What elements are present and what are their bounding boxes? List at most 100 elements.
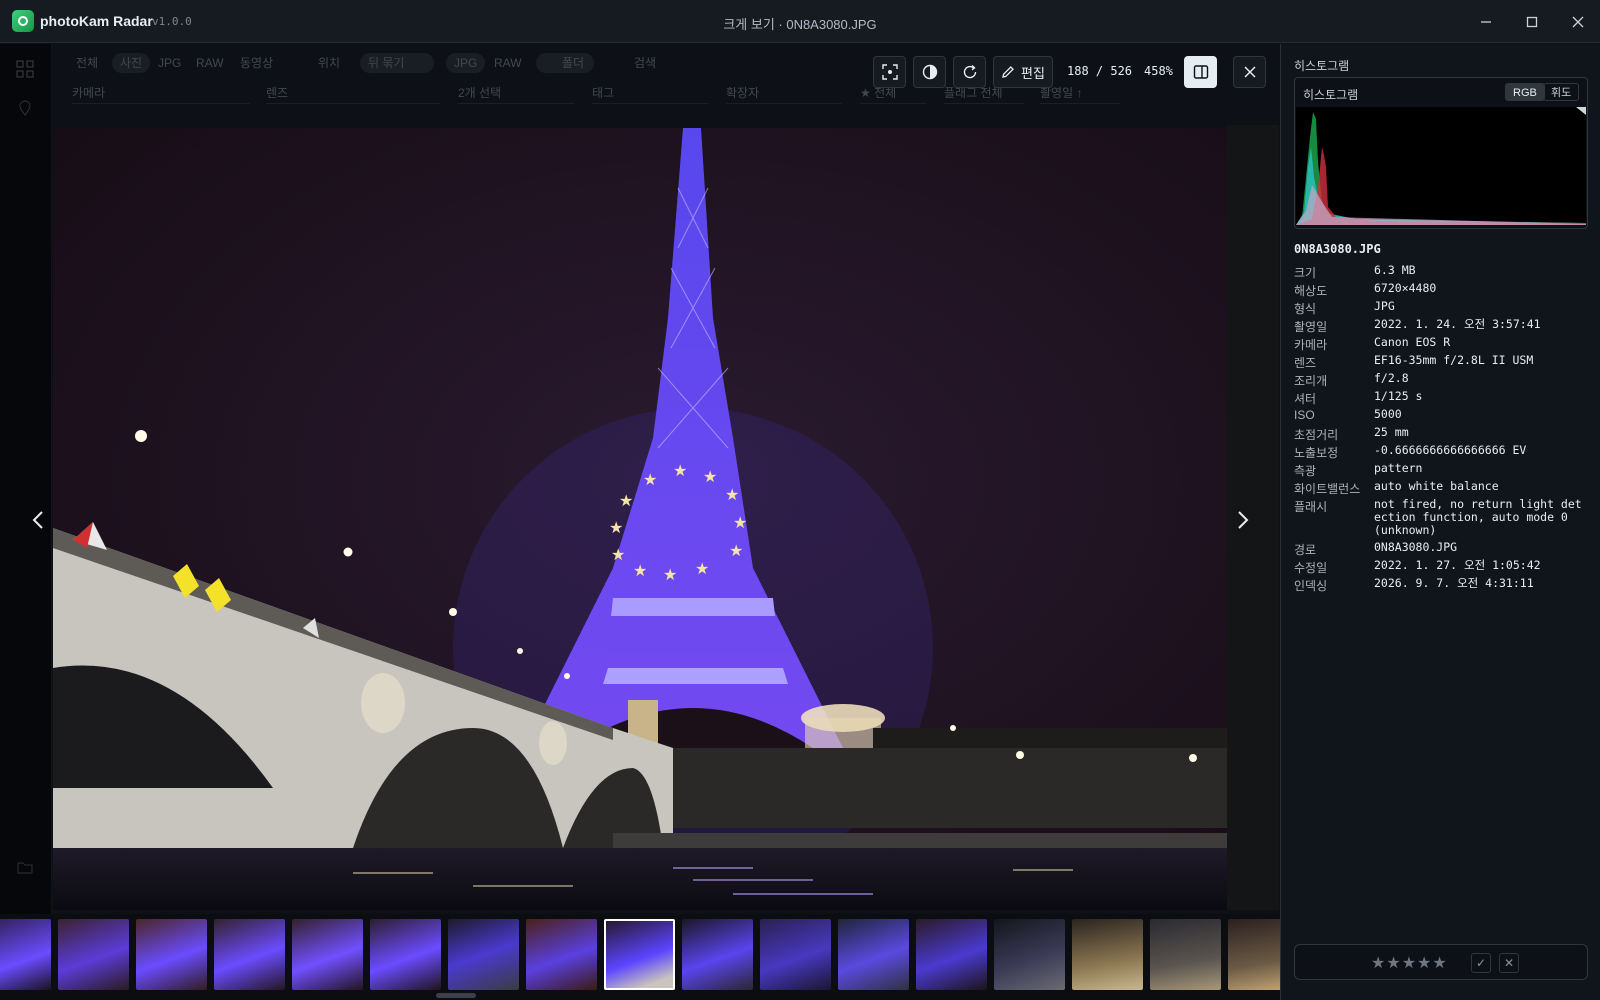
eiffel-tower-photo: ★ ★ ★ ★ ★ ★ ★ ★ ★ ★ ★ ★ <box>53 128 1227 910</box>
background-toolbar: 전체 사진 JPG RAW 동영상 위치 뒤 묶기 JPG RAW 폴더 검색 … <box>0 44 1280 130</box>
rotate-icon <box>963 64 976 79</box>
filmstrip-thumb[interactable] <box>682 919 753 990</box>
meta-value: -0.6666666666666666 EV <box>1374 443 1527 457</box>
meta-key: 노출보정 <box>1294 446 1339 460</box>
svg-text:★: ★ <box>663 565 677 584</box>
filmstrip-thumb[interactable] <box>136 919 207 990</box>
next-image-button[interactable] <box>1228 500 1258 540</box>
svg-text:★: ★ <box>703 467 717 486</box>
histogram-luminance-toggle[interactable]: 휘도 <box>1543 83 1580 101</box>
previous-image-button[interactable] <box>23 500 53 540</box>
toggle-info-panel-button[interactable] <box>1184 56 1217 88</box>
reject-flag-button[interactable]: ✕ <box>1499 953 1519 973</box>
meta-key: 렌즈 <box>1294 356 1317 370</box>
bg-chip-all: 전체 <box>76 56 99 70</box>
focus-frame-icon <box>881 64 898 80</box>
filmstrip-thumb[interactable] <box>292 919 363 990</box>
filmstrip-scrollbar[interactable] <box>436 993 476 998</box>
edit-button[interactable]: 편집 <box>993 56 1053 88</box>
bg-chip-location: 위치 <box>318 56 341 70</box>
meta-value: 6.3 MB <box>1374 263 1416 277</box>
meta-key: 화이트밸런스 <box>1294 482 1361 496</box>
meta-key: ISO <box>1294 408 1315 422</box>
meta-key: 측광 <box>1294 464 1317 478</box>
filmstrip-thumb[interactable] <box>58 919 129 990</box>
bg-chip-raw-2: RAW <box>494 56 522 70</box>
svg-text:★: ★ <box>695 559 709 578</box>
filmstrip-thumb[interactable] <box>370 919 441 990</box>
filmstrip-thumb[interactable] <box>526 919 597 990</box>
svg-text:★: ★ <box>729 541 743 560</box>
filmstrip-thumb[interactable] <box>916 919 987 990</box>
filmstrip-thumb-selected[interactable] <box>604 919 675 990</box>
maximize-icon <box>1526 16 1538 28</box>
main-photo[interactable]: ★ ★ ★ ★ ★ ★ ★ ★ ★ ★ ★ ★ <box>53 128 1227 910</box>
title-bar: photoKam Radar v1.0.0 크게 보기 · 0N8A3080.J… <box>0 0 1600 43</box>
bg-select-lens: 렌즈 <box>266 82 440 104</box>
meta-value: not fired, no return light detection fun… <box>1374 497 1582 537</box>
contrast-icon <box>922 64 937 80</box>
accept-flag-button[interactable]: ✓ <box>1471 953 1491 973</box>
meta-value: 0N8A3080.JPG <box>1374 540 1458 554</box>
filmstrip-thumb[interactable] <box>1228 919 1280 990</box>
meta-key: 수정일 <box>1294 561 1328 575</box>
filmstrip-thumb[interactable] <box>838 919 909 990</box>
rating-bar: ★★★★★ ✓ ✕ <box>1294 944 1588 980</box>
meta-key: 초점거리 <box>1294 428 1339 442</box>
pencil-icon <box>1002 66 1014 78</box>
bg-chip-jpg: JPG <box>158 56 182 70</box>
zoom-level[interactable]: 458% <box>1144 64 1173 78</box>
filmstrip-thumb[interactable] <box>1072 919 1143 990</box>
filmstrip-thumb[interactable] <box>994 919 1065 990</box>
meta-value: 6720×4480 <box>1374 281 1437 295</box>
bg-chip-folder: 폴더 <box>536 53 594 73</box>
meta-key: 플래시 <box>1294 500 1328 514</box>
contrast-button[interactable] <box>913 56 946 88</box>
svg-text:★: ★ <box>725 485 739 504</box>
bg-chip-video: 동영상 <box>240 56 274 70</box>
close-window-button[interactable] <box>1563 8 1593 36</box>
side-panel-icon <box>1193 65 1208 79</box>
meta-key: 촬영일 <box>1294 320 1328 334</box>
meta-value: 2026. 9. 7. 오전 4:31:11 <box>1374 576 1534 590</box>
svg-text:★: ★ <box>611 545 625 564</box>
star-rating[interactable]: ★★★★★ <box>1371 953 1448 973</box>
window-title: 크게 보기 · 0N8A3080.JPG <box>723 17 877 32</box>
filmstrip-thumb[interactable] <box>1150 919 1221 990</box>
meta-key: 카메라 <box>1294 338 1328 352</box>
meta-key: 경로 <box>1294 543 1317 557</box>
histogram-label: 히스토그램 <box>1303 88 1359 102</box>
bg-select-ext: 확장자 <box>726 82 842 104</box>
image-counter: 188 / 526 <box>1067 64 1133 78</box>
meta-value: 2022. 1. 27. 오전 1:05:42 <box>1374 558 1541 572</box>
meta-value: pattern <box>1374 461 1423 475</box>
maximize-button[interactable] <box>1517 8 1547 36</box>
svg-text:★: ★ <box>643 470 657 489</box>
filmstrip-thumb[interactable] <box>214 919 285 990</box>
meta-key: 형식 <box>1294 302 1317 316</box>
folder-icon <box>17 862 33 874</box>
bg-chip-jpg-2: JPG <box>446 53 486 73</box>
svg-text:★: ★ <box>619 491 633 510</box>
chevron-right-icon <box>1238 511 1249 529</box>
filmstrip-thumb[interactable] <box>0 919 51 990</box>
meta-value: 2022. 1. 24. 오전 3:57:41 <box>1374 317 1541 331</box>
filmstrip-thumb[interactable] <box>760 919 831 990</box>
meta-key: 조리개 <box>1294 374 1328 388</box>
meta-value: f/2.8 <box>1374 371 1409 385</box>
meta-value: auto white balance <box>1374 479 1499 493</box>
bg-select-camera: 카메라 <box>72 82 250 104</box>
rotate-button[interactable] <box>953 56 986 88</box>
histogram-chart <box>1296 107 1586 225</box>
filmstrip-thumb[interactable] <box>448 919 519 990</box>
meta-value: JPG <box>1374 299 1395 313</box>
background-sidebar <box>0 44 52 914</box>
fit-screen-button[interactable] <box>873 56 906 88</box>
histogram-rgb-toggle[interactable]: RGB <box>1505 83 1545 101</box>
svg-text:★: ★ <box>609 518 623 537</box>
file-name: 0N8A3080.JPG <box>1294 242 1381 256</box>
chevron-left-icon <box>32 511 43 529</box>
close-viewer-button[interactable] <box>1233 56 1266 88</box>
filmstrip[interactable] <box>0 914 1280 1000</box>
minimize-button[interactable] <box>1471 8 1501 36</box>
